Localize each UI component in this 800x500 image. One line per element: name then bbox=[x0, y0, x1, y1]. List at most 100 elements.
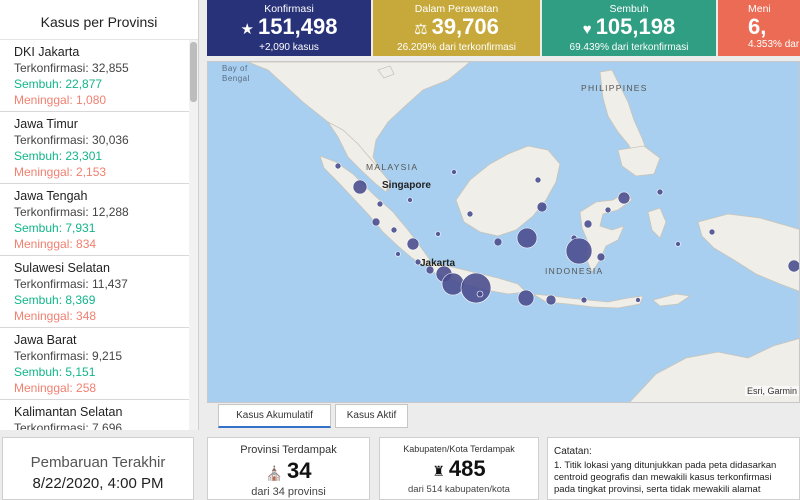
timor-island bbox=[652, 293, 692, 307]
province-recovered: Sembuh: 5,151 bbox=[14, 365, 96, 379]
person-icon: ★ bbox=[240, 21, 254, 38]
province-name: Sulawesi Selatan bbox=[14, 261, 110, 275]
map-label-bay: Bay of bbox=[222, 64, 248, 73]
map-label-bengal: Bengal bbox=[222, 74, 250, 83]
bubble-kalsel bbox=[516, 227, 538, 249]
bubble-malut bbox=[656, 188, 664, 196]
papua-island bbox=[697, 213, 799, 292]
map-attribution[interactable]: Esri, Garmin bbox=[744, 386, 799, 396]
province-name: Kalimantan Selatan bbox=[14, 405, 123, 419]
province-sidebar: Kasus per Provinsi DKI Jakarta Terkonfir… bbox=[0, 0, 199, 430]
map-label-malaysia: MALAYSIA bbox=[366, 162, 419, 172]
stat-value-row: ♥ 105,198 bbox=[542, 15, 716, 42]
province-confirmed: Terkonfirmasi: 32,855 bbox=[14, 61, 129, 75]
provinces-affected-panel: Provinsi Terdampak ⛪ 34 dari 34 provinsi bbox=[207, 437, 370, 500]
map-label-singapore: Singapore bbox=[382, 180, 431, 191]
province-name: Jawa Timur bbox=[14, 117, 78, 131]
province-list: DKI Jakarta Terkonfirmasi: 32,855 Sembuh… bbox=[0, 40, 190, 430]
bubble-sumbar bbox=[371, 217, 381, 227]
last-update-title: Pembaruan Terakhir bbox=[30, 454, 166, 471]
heartbeat-icon: ♥ bbox=[582, 21, 592, 38]
provinces-affected-sub: dari 34 provinsi bbox=[251, 486, 326, 498]
sidebar-scrollbar[interactable] bbox=[189, 40, 198, 430]
dashboard: Kasus per Provinsi DKI Jakarta Terkonfir… bbox=[0, 0, 800, 500]
provinces-affected-value: 34 bbox=[286, 458, 312, 483]
province-item-sulawesi-selatan[interactable]: Sulawesi Selatan Terkonfirmasi: 11,437 S… bbox=[0, 256, 190, 328]
notes-panel: Catatan: 1. Titik lokasi yang ditunjukka… bbox=[547, 437, 800, 500]
bubble-sulut bbox=[617, 191, 631, 205]
scrollbar-thumb[interactable] bbox=[190, 42, 197, 102]
bubble-pabar bbox=[708, 228, 716, 236]
bubble-sultra bbox=[596, 252, 606, 262]
regencies-affected-panel: Kabupaten/Kota Terdampak ♜ 485 dari 514 k… bbox=[379, 437, 539, 500]
notes-line-1: 1. Titik lokasi yang ditunjukkan pada pe… bbox=[554, 460, 777, 471]
notes-line-3: pada tingkat provinsi, serta tidak mewak… bbox=[554, 484, 761, 495]
government-building-icon: ⛪ bbox=[265, 465, 283, 481]
borneo-island bbox=[455, 145, 561, 237]
bubble-bangka bbox=[435, 231, 441, 237]
bubble-ntt bbox=[635, 297, 641, 303]
map-canvas bbox=[247, 62, 799, 402]
bubble-ntb bbox=[580, 296, 588, 304]
province-recovered: Sembuh: 22,877 bbox=[14, 77, 103, 91]
map-label-jakarta: Jakarta bbox=[420, 258, 456, 269]
tab-kasus-aktif[interactable]: Kasus Aktif bbox=[335, 404, 408, 428]
bubble-kaltara bbox=[534, 176, 542, 184]
bubble-gorontalo bbox=[604, 206, 612, 214]
bubble-jambi bbox=[390, 226, 398, 234]
regencies-affected-value: 485 bbox=[448, 456, 486, 481]
bubble-kalteng bbox=[493, 237, 503, 247]
province-name: Jawa Barat bbox=[14, 333, 77, 347]
province-deaths: Meninggal: 834 bbox=[14, 237, 97, 251]
city-icon: ♜ bbox=[432, 463, 445, 479]
province-recovered: Sembuh: 23,301 bbox=[14, 149, 103, 163]
provinces-affected-value-row: ⛪ 34 bbox=[208, 458, 369, 486]
province-item-jawa-tengah[interactable]: Jawa Tengah Terkonfirmasi: 12,288 Sembuh… bbox=[0, 184, 190, 256]
asia-mainland bbox=[247, 62, 471, 192]
last-update-time: 8/22/2020, 4:00 PM bbox=[32, 475, 164, 492]
bubble-papua bbox=[787, 259, 799, 273]
bubble-jatim bbox=[517, 289, 535, 307]
provinces-affected-title: Provinsi Terdampak bbox=[240, 444, 337, 456]
stat-card-konfirmasi: Konfirmasi ★ 151,498 +2,090 kasus bbox=[207, 0, 371, 56]
tab-kasus-akumulatif[interactable]: Kasus Akumulatif bbox=[218, 404, 331, 428]
stat-sub: 69.439% dari terkonfirmasi bbox=[569, 42, 689, 53]
stat-card-sembuh: Sembuh ♥ 105,198 69.439% dari terkonfirma… bbox=[542, 0, 716, 56]
stat-sub: 4.353% dar bbox=[748, 39, 800, 50]
stat-value-row: ★ 151,498 bbox=[207, 15, 371, 42]
regencies-affected-sub: dari 514 kabupaten/kota bbox=[408, 484, 510, 495]
bubble-kaltim bbox=[536, 201, 548, 213]
bubble-brunei bbox=[451, 169, 457, 175]
case-map[interactable]: Bay of Bengal PHILIPPINES MALAYSIA Singa… bbox=[207, 61, 800, 403]
province-recovered: Sembuh: 7,931 bbox=[14, 221, 96, 235]
bubble-jateng bbox=[460, 272, 492, 304]
mindanao-island bbox=[617, 145, 661, 177]
regencies-affected-title: Kabupaten/Kota Terdampak bbox=[403, 444, 515, 454]
province-item-jawa-timur[interactable]: Jawa Timur Terkonfirmasi: 30,036 Sembuh:… bbox=[0, 112, 190, 184]
notes-title: Catatan: bbox=[554, 446, 592, 457]
province-confirmed: Terkonfirmasi: 7,696 bbox=[14, 421, 123, 430]
province-confirmed: Terkonfirmasi: 9,215 bbox=[14, 349, 123, 363]
province-item-kalimantan-selatan[interactable]: Kalimantan Selatan Terkonfirmasi: 7,696 bbox=[0, 400, 190, 430]
bubble-bali bbox=[545, 294, 557, 306]
province-deaths: Meninggal: 348 bbox=[14, 309, 97, 323]
bubble-kepri bbox=[407, 197, 413, 203]
stat-card-perawatan: Dalam Perawatan ⚖ 39,706 26.209% dari ter… bbox=[373, 0, 540, 56]
bubble-kalbar bbox=[466, 210, 474, 218]
province-item-jawa-barat[interactable]: Jawa Barat Terkonfirmasi: 9,215 Sembuh: … bbox=[0, 328, 190, 400]
regencies-affected-value-row: ♜ 485 bbox=[380, 456, 538, 484]
province-item-dki-jakarta[interactable]: DKI Jakarta Terkonfirmasi: 32,855 Sembuh… bbox=[0, 40, 190, 112]
bubble-sulteng bbox=[583, 219, 593, 229]
province-deaths: Meninggal: 258 bbox=[14, 381, 97, 395]
province-confirmed: Terkonfirmasi: 30,036 bbox=[14, 133, 129, 147]
bubble-sumsel bbox=[406, 237, 420, 251]
stat-value: 151,498 bbox=[257, 14, 338, 39]
stat-card-meninggal: Meni 6, 4.353% dar bbox=[718, 0, 800, 56]
bubble-bengkulu bbox=[395, 251, 401, 257]
province-deaths: Meninggal: 2,153 bbox=[14, 165, 107, 179]
bubble-diy bbox=[476, 290, 484, 298]
province-confirmed: Terkonfirmasi: 11,437 bbox=[14, 277, 128, 291]
stat-value-row: ⚖ 39,706 bbox=[373, 15, 540, 42]
bubble-maluku bbox=[675, 241, 681, 247]
last-update-panel: Pembaruan Terakhir 8/22/2020, 4:00 PM bbox=[2, 437, 194, 500]
